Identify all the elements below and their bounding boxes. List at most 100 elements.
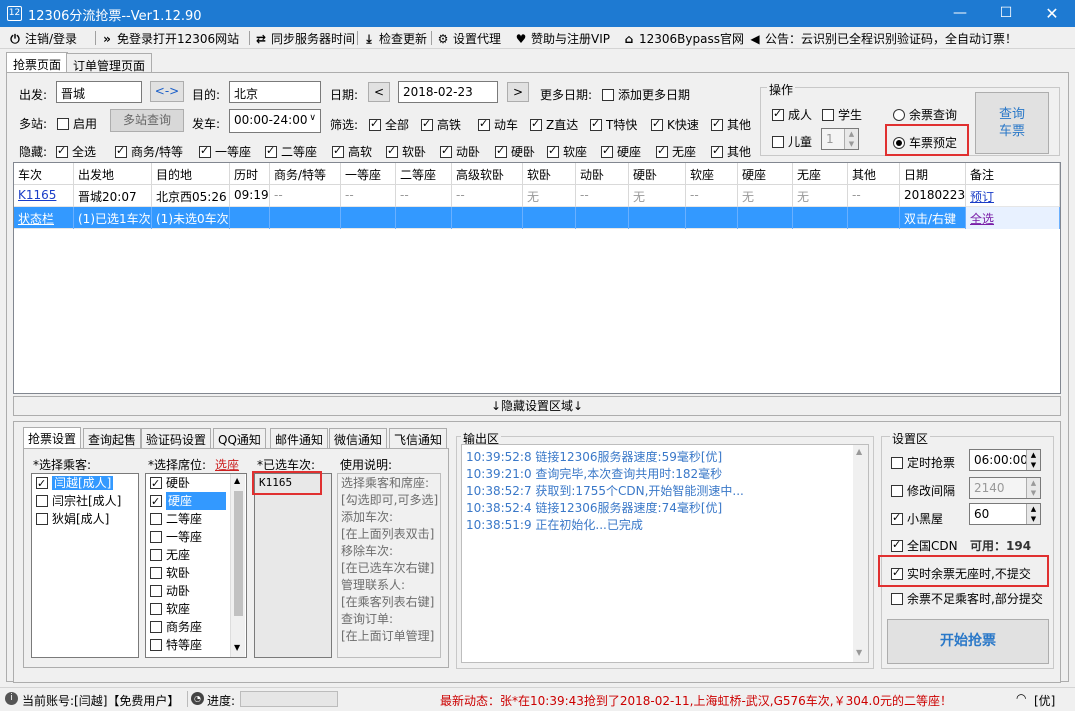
column-header[interactable]: 一等座 bbox=[341, 163, 396, 185]
filter-checkbox-6[interactable]: 其他 bbox=[711, 116, 751, 133]
tab-order-management[interactable]: 订单管理页面 bbox=[66, 53, 153, 74]
passenger-item[interactable]: 狄娟[成人] bbox=[32, 510, 138, 528]
partial-submit-checkbox[interactable]: 余票不足乘客时,部分提交 bbox=[891, 590, 1043, 607]
log-scrollbar[interactable]: ▲ ▼ bbox=[853, 445, 868, 662]
filter-checkbox-3[interactable]: Z直达 bbox=[530, 116, 578, 133]
filter-checkbox-2[interactable]: 动车 bbox=[478, 116, 518, 133]
maximize-button[interactable]: ☐ bbox=[983, 0, 1029, 27]
child-count-spinner[interactable]: 1 ▲ ▼ bbox=[821, 128, 859, 150]
filter-checkbox-5[interactable]: K快速 bbox=[651, 116, 699, 133]
scroll-up-icon[interactable]: ▲ bbox=[856, 447, 862, 456]
menu-item-home[interactable]: ⌂ 12306Bypass官网 bbox=[622, 30, 744, 47]
column-header[interactable]: 软卧 bbox=[523, 163, 576, 185]
column-header[interactable]: 无座 bbox=[793, 163, 848, 185]
subtab-4[interactable]: 邮件通知 bbox=[270, 428, 329, 448]
multi-station-query-button[interactable]: 多站查询 bbox=[110, 109, 184, 132]
child-checkbox[interactable]: 儿童 bbox=[772, 133, 812, 150]
hide-checkbox-11[interactable]: 其他 bbox=[711, 143, 751, 160]
menu-item-double-chevron[interactable]: » 免登录打开12306网站 bbox=[100, 30, 239, 47]
column-header[interactable]: 商务/特等 bbox=[270, 163, 341, 185]
column-header[interactable]: 出发地 bbox=[74, 163, 152, 185]
next-date-button[interactable]: > bbox=[507, 82, 529, 102]
add-more-dates-checkbox[interactable]: 添加更多日期 bbox=[602, 86, 690, 103]
hide-checkbox-5[interactable]: 软卧 bbox=[386, 143, 426, 160]
table-cell[interactable]: 状态栏 bbox=[14, 207, 74, 229]
scroll-up-icon[interactable]: ▲ bbox=[234, 476, 240, 485]
book-link[interactable]: 预订 bbox=[966, 185, 1060, 207]
train-number-link[interactable]: K1165 bbox=[14, 185, 74, 207]
hide-checkbox-4[interactable]: 高软 bbox=[332, 143, 372, 160]
filter-checkbox-0[interactable]: 全部 bbox=[369, 116, 409, 133]
close-button[interactable]: ✕ bbox=[1029, 0, 1075, 27]
hide-checkbox-7[interactable]: 硬卧 bbox=[495, 143, 535, 160]
hide-checkbox-9[interactable]: 硬座 bbox=[601, 143, 641, 160]
menu-item-speaker[interactable]: ◀ 公告：云识别已全程识别验证码，全自动订票！ bbox=[748, 30, 1017, 47]
menu-item-logout[interactable]: ⏻ 注销/登录 bbox=[8, 30, 77, 47]
start-grab-button[interactable]: 开始抢票 bbox=[887, 619, 1049, 664]
column-header[interactable]: 硬卧 bbox=[629, 163, 686, 185]
subtab-3[interactable]: QQ通知 bbox=[213, 428, 266, 448]
passenger-item[interactable]: 闫越[成人] bbox=[32, 474, 138, 493]
filter-checkbox-1[interactable]: 高铁 bbox=[421, 116, 461, 133]
hide-checkbox-0[interactable]: 全选 bbox=[56, 143, 96, 160]
subtab-6[interactable]: 飞信通知 bbox=[389, 428, 448, 448]
column-header[interactable]: 动卧 bbox=[576, 163, 629, 185]
modify-interval-checkbox[interactable]: 修改间隔 bbox=[891, 482, 955, 499]
column-header[interactable]: 其他 bbox=[848, 163, 900, 185]
interval-spinner[interactable]: 2140 ▲ ▼ bbox=[969, 477, 1041, 499]
subtab-2[interactable]: 验证码设置 bbox=[141, 428, 212, 448]
timed-grab-spinner[interactable]: 06:00:00 ▲ ▼ bbox=[969, 449, 1041, 471]
column-header[interactable]: 历时 bbox=[230, 163, 270, 185]
menu-item-gear[interactable]: ⚙ 设置代理 bbox=[436, 30, 501, 47]
column-header[interactable]: 目的地 bbox=[152, 163, 230, 185]
column-header[interactable]: 高级软卧 bbox=[452, 163, 523, 185]
radio-remaining-query[interactable]: 余票查询 bbox=[893, 106, 957, 123]
subtab-5[interactable]: 微信通知 bbox=[329, 428, 388, 448]
menu-item-heart[interactable]: ♥ 赞助与注册VIP bbox=[514, 30, 610, 47]
table-row[interactable]: 状态栏 (1)已选1车次 (1)未选0车次 双击/右键 全选 bbox=[14, 207, 1060, 229]
from-station-input[interactable]: 晋城 bbox=[56, 81, 142, 103]
column-header[interactable]: 备注 bbox=[966, 163, 1060, 185]
swap-stations-button[interactable]: <-> bbox=[150, 81, 184, 102]
hide-checkbox-10[interactable]: 无座 bbox=[656, 143, 696, 160]
enable-multi-station-checkbox[interactable]: 启用 bbox=[57, 115, 97, 132]
column-header[interactable]: 日期 bbox=[900, 163, 966, 185]
scroll-thumb[interactable] bbox=[234, 491, 243, 616]
scroll-down-icon[interactable]: ▼ bbox=[856, 648, 862, 657]
column-header[interactable]: 软座 bbox=[686, 163, 738, 185]
hide-checkbox-3[interactable]: 二等座 bbox=[265, 143, 317, 160]
hide-checkbox-8[interactable]: 软座 bbox=[547, 143, 587, 160]
choose-seat-link[interactable]: 选座 bbox=[215, 456, 239, 473]
radio-book-ticket[interactable]: 车票预定 bbox=[893, 134, 957, 151]
student-checkbox[interactable]: 学生 bbox=[822, 106, 862, 123]
column-header[interactable]: 二等座 bbox=[396, 163, 452, 185]
subtab-1[interactable]: 查询起售 bbox=[83, 428, 142, 448]
no-seat-no-submit-checkbox[interactable]: 实时余票无座时,不提交 bbox=[891, 565, 1031, 582]
adult-checkbox[interactable]: 成人 bbox=[772, 106, 812, 123]
hide-checkbox-2[interactable]: 一等座 bbox=[199, 143, 251, 160]
minimize-button[interactable]: — bbox=[937, 0, 983, 27]
menu-item-download[interactable]: ⤓ 检查更新 bbox=[362, 30, 427, 47]
table-row[interactable]: K1165 晋城20:07 北京西05:26 09:19 -- -- -- -- 无 -- 无 -- 无… bbox=[14, 185, 1060, 207]
depart-time-select[interactable]: 00:00-24:00 ∨ bbox=[229, 109, 321, 133]
to-station-input[interactable]: 北京 bbox=[229, 81, 321, 103]
select-all-link[interactable]: 全选 bbox=[966, 207, 1060, 229]
query-tickets-button[interactable]: 查询 车票 bbox=[975, 92, 1049, 154]
timed-grab-checkbox[interactable]: 定时抢票 bbox=[891, 454, 955, 471]
menu-item-sync[interactable]: ⇄ 同步服务器时间 bbox=[254, 30, 355, 47]
hide-checkbox-6[interactable]: 动卧 bbox=[440, 143, 480, 160]
passenger-item[interactable]: 闫宗社[成人] bbox=[32, 492, 138, 510]
subtab-0[interactable]: 抢票设置 bbox=[23, 427, 82, 448]
prev-date-button[interactable]: < bbox=[368, 82, 390, 102]
tab-grab-tickets[interactable]: 抢票页面 bbox=[6, 52, 69, 74]
blackroom-spinner[interactable]: 60 ▲ ▼ bbox=[969, 503, 1041, 525]
hide-settings-toggle[interactable]: ↓隐藏设置区域↓ bbox=[13, 396, 1061, 416]
blackroom-checkbox[interactable]: 小黑屋 bbox=[891, 510, 943, 527]
seat-list-scrollbar[interactable]: ▲ ▼ bbox=[230, 474, 245, 657]
scroll-down-icon[interactable]: ▼ bbox=[234, 643, 240, 652]
national-cdn-checkbox[interactable]: 全国CDN bbox=[891, 537, 958, 554]
filter-checkbox-4[interactable]: T特快 bbox=[590, 116, 637, 133]
column-header[interactable]: 车次 bbox=[14, 163, 74, 185]
hide-checkbox-1[interactable]: 商务/特等 bbox=[115, 143, 183, 160]
column-header[interactable]: 硬座 bbox=[738, 163, 793, 185]
